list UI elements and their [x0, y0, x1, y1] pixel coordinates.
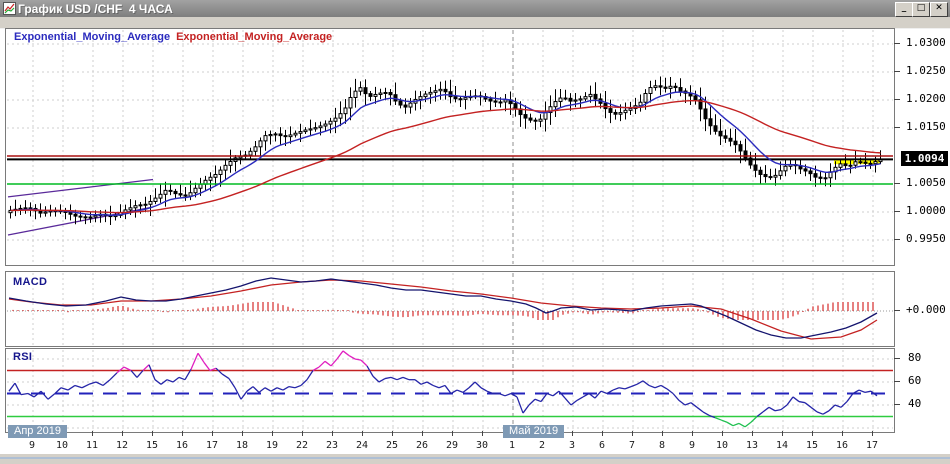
price-tick-label: 1.0050 [906, 176, 946, 189]
maximize-button[interactable]: □ [912, 2, 930, 17]
date-label: 16 [175, 440, 189, 451]
date-tick-mark [152, 431, 153, 436]
price-tick-label: 1.0150 [906, 120, 946, 133]
date-label: 15 [805, 440, 819, 451]
date-tick-mark [632, 431, 633, 436]
date-label: 29 [445, 440, 459, 451]
rsi-tick-mark [894, 380, 900, 382]
date-label: 9 [688, 440, 696, 451]
date-label: 11 [85, 440, 99, 451]
rsi-panel[interactable] [5, 348, 895, 433]
price-tick-label: 1.0000 [906, 204, 946, 217]
macd-canvas[interactable] [6, 272, 894, 346]
rsi-label: RSI [13, 351, 33, 363]
date-label: 15 [145, 440, 159, 451]
rsi-canvas[interactable] [6, 349, 894, 432]
date-tick-mark [782, 431, 783, 436]
status-strip [0, 454, 950, 464]
rsi-tick-mark [894, 403, 900, 405]
rsi-tick-label: 40 [908, 397, 922, 410]
date-tick-mark [332, 431, 333, 436]
date-label: 26 [415, 440, 429, 451]
ema-legend-blue: Exponential_Moving_Average [14, 31, 171, 43]
rsi-tick-label: 60 [908, 374, 922, 387]
date-label: 22 [295, 440, 309, 451]
rsi-tick-label: 80 [908, 351, 922, 364]
date-label: 7 [628, 440, 636, 451]
macd-zero-label: +0.000 [906, 303, 946, 316]
chart-window: График USD /CHF 4 ЧАСА _ □ ✕ Exponential… [0, 0, 950, 464]
macd-panel[interactable] [5, 271, 895, 347]
date-label: 6 [598, 440, 606, 451]
title-bar[interactable]: График USD /CHF 4 ЧАСА [0, 0, 950, 17]
date-label: 8 [658, 440, 666, 451]
price-tick-mark [894, 70, 900, 72]
date-tick-mark [302, 431, 303, 436]
price-tick-label: 0.9950 [906, 232, 946, 245]
date-tick-mark [602, 431, 603, 436]
current-price-badge: 1.0094 [901, 151, 948, 166]
macd-label: MACD [13, 276, 48, 288]
month-label: Май 2019 [503, 425, 565, 438]
window-title: График USD /CHF 4 ЧАСА [18, 1, 173, 16]
price-tick-mark [894, 42, 900, 44]
price-tick-mark [894, 98, 900, 100]
date-tick-mark [692, 431, 693, 436]
price-tick-label: 1.0200 [906, 92, 946, 105]
date-label: 30 [475, 440, 489, 451]
month-label: Апр 2019 [8, 425, 67, 438]
chart-icon [3, 2, 16, 15]
date-tick-mark [182, 431, 183, 436]
date-tick-mark [812, 431, 813, 436]
status-strip-line [0, 457, 950, 459]
date-tick-mark [572, 431, 573, 436]
date-label: 17 [865, 440, 879, 451]
date-label: 16 [835, 440, 849, 451]
date-tick-mark [452, 431, 453, 436]
price-tick-label: 1.0300 [906, 36, 946, 49]
date-label: 10 [715, 440, 729, 451]
date-label: 3 [568, 440, 576, 451]
main-chart-canvas[interactable] [6, 29, 894, 265]
date-tick-mark [662, 431, 663, 436]
date-tick-mark [272, 431, 273, 436]
date-tick-mark [242, 431, 243, 436]
date-label: 24 [355, 440, 369, 451]
date-label: 12 [115, 440, 129, 451]
date-tick-mark [482, 431, 483, 436]
date-label: 1 [508, 440, 516, 451]
date-tick-mark [212, 431, 213, 436]
date-label: 18 [235, 440, 249, 451]
date-label: 13 [745, 440, 759, 451]
macd-zero-tick [894, 309, 900, 311]
date-tick-mark [722, 431, 723, 436]
price-tick-mark [894, 210, 900, 212]
indicator-legend: Exponential_Moving_Average Exponential_M… [14, 31, 332, 43]
date-tick-mark [362, 431, 363, 436]
date-tick-mark [92, 431, 93, 436]
date-label: 10 [55, 440, 69, 451]
date-label: 25 [385, 440, 399, 451]
price-tick-mark [894, 182, 900, 184]
date-label: 9 [28, 440, 36, 451]
date-label: 23 [325, 440, 339, 451]
date-label: 19 [265, 440, 279, 451]
date-label: 17 [205, 440, 219, 451]
price-tick-mark [894, 126, 900, 128]
date-tick-mark [422, 431, 423, 436]
date-label: 14 [775, 440, 789, 451]
date-tick-mark [752, 431, 753, 436]
close-button[interactable]: ✕ [930, 2, 948, 17]
price-tick-mark [894, 238, 900, 240]
main-chart-panel[interactable] [5, 28, 895, 266]
date-tick-mark [392, 431, 393, 436]
date-tick-mark [842, 431, 843, 436]
date-tick-mark [872, 431, 873, 436]
minimize-button[interactable]: _ [895, 2, 913, 17]
ema-legend-red: Exponential_Moving_Average [176, 31, 333, 43]
price-tick-label: 1.0250 [906, 64, 946, 77]
date-label: 2 [538, 440, 546, 451]
date-tick-mark [122, 431, 123, 436]
rsi-tick-mark [894, 357, 900, 359]
